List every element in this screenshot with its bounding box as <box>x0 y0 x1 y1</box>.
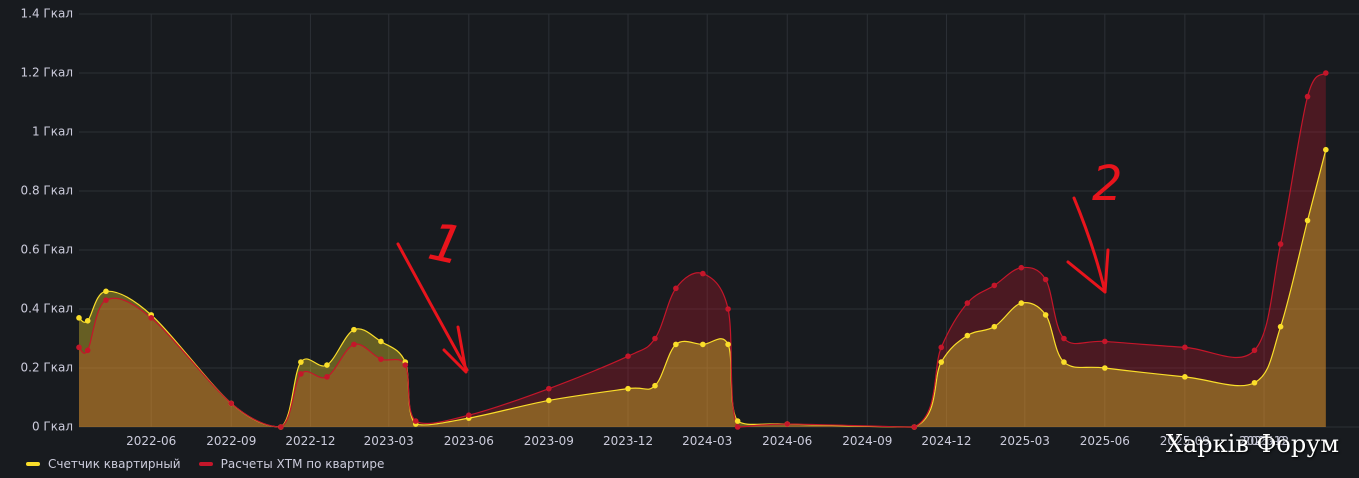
data-point-calculation <box>1277 241 1284 247</box>
y-tick-label: 0.6 Гкал <box>21 243 74 257</box>
data-point-meter <box>1323 146 1329 153</box>
y-tick-label: 0 Гкал <box>32 420 73 434</box>
legend-label-calculation: Расчеты ХТМ по квартире <box>220 457 385 471</box>
legend-swatch-calculation <box>198 462 213 466</box>
data-point-calculation <box>991 282 998 289</box>
y-tick-label: 0.4 Гкал <box>21 302 74 316</box>
data-point-calculation <box>784 421 791 427</box>
annotation-arrow-2 <box>1066 196 1110 294</box>
data-point-meter <box>351 326 357 333</box>
y-tick-label: 0.2 Гкал <box>21 361 74 375</box>
annotation-label-2: 2 <box>1092 156 1123 212</box>
data-point-calculation <box>84 347 91 354</box>
data-point-meter <box>103 288 109 295</box>
data-point-calculation <box>298 371 304 377</box>
data-point-meter <box>378 338 384 345</box>
data-point-calculation <box>1042 276 1049 283</box>
data-point-calculation <box>228 400 235 407</box>
y-tick-label: 1 Гкал <box>32 125 73 139</box>
x-tick-label: 2025-03 <box>1000 434 1050 448</box>
data-point-meter <box>625 385 631 392</box>
data-point-calculation <box>673 285 679 292</box>
data-point-meter <box>76 315 82 321</box>
data-point-meter <box>652 382 658 389</box>
data-point-meter <box>725 341 731 348</box>
x-tick-label: 2022-12 <box>285 434 335 448</box>
x-tick-label: 2024-12 <box>921 434 971 448</box>
data-point-meter <box>546 397 552 404</box>
data-point-calculation <box>964 300 971 306</box>
data-point-calculation <box>625 353 631 360</box>
data-point-calculation <box>324 374 330 380</box>
data-point-calculation <box>351 341 357 348</box>
data-point-calculation <box>725 306 731 312</box>
data-point-meter <box>324 362 330 368</box>
data-point-calculation <box>278 424 284 430</box>
x-axis-ticks: 2022-06 2022-09 2022-12 2023-03 2023-06 2023-… <box>126 434 1289 448</box>
data-point-calculation <box>1323 70 1329 76</box>
data-point-calculation <box>546 385 552 392</box>
legend-swatch-meter <box>26 462 40 466</box>
data-point-calculation <box>652 335 658 342</box>
data-point-calculation <box>412 418 419 424</box>
data-point-calculation <box>1251 347 1258 354</box>
data-point-meter <box>1018 300 1025 306</box>
data-point-meter <box>964 332 971 339</box>
annotation-label-1: 1 <box>423 212 468 278</box>
data-point-meter <box>1061 359 1067 365</box>
data-point-meter <box>1102 365 1108 371</box>
data-point-calculation <box>148 315 155 321</box>
watermark: Харків Форум <box>1165 430 1339 458</box>
data-point-calculation <box>734 424 741 430</box>
legend-item-meter[interactable]: Счетчик квартирный <box>26 457 181 471</box>
data-point-meter <box>938 359 945 365</box>
y-axis-ticks: 0 Гкал 0.2 Гкал 0.4 Гкал 0.6 Гкал 0.8 Гкал 1 … <box>21 7 74 434</box>
x-tick-label: 2024-09 <box>842 434 892 448</box>
x-tick-label: 2022-09 <box>206 434 256 448</box>
data-point-calculation <box>911 424 918 430</box>
x-tick-label: 2024-03 <box>682 434 732 448</box>
x-tick-label: 2023-12 <box>603 434 653 448</box>
y-tick-label: 1.2 Гкал <box>21 66 74 80</box>
data-point-calculation <box>465 412 472 419</box>
chart-canvas: 0 Гкал 0.2 Гкал 0.4 Гкал 0.6 Гкал 0.8 Гкал 1 … <box>21 7 1359 448</box>
data-point-meter <box>1277 323 1284 330</box>
data-point-calculation <box>76 344 82 351</box>
data-point-meter <box>1251 379 1258 386</box>
data-point-meter <box>84 318 91 324</box>
data-point-calculation <box>700 270 706 277</box>
legend: Счетчик квартирный Расчеты ХТМ по кварти… <box>26 457 384 471</box>
data-point-calculation <box>1102 338 1108 345</box>
data-point-meter <box>1042 312 1049 318</box>
data-point-calculation <box>1061 335 1067 342</box>
x-tick-label: 2023-06 <box>444 434 494 448</box>
data-point-calculation <box>1018 264 1025 271</box>
data-point-meter <box>1304 217 1311 224</box>
data-point-meter <box>298 359 304 365</box>
y-tick-label: 1.4 Гкал <box>21 7 74 21</box>
x-tick-label: 2022-06 <box>126 434 176 448</box>
data-point-calculation <box>402 362 409 368</box>
data-point-calculation <box>938 344 945 351</box>
data-point-calculation <box>378 356 384 362</box>
data-point-meter <box>673 341 679 348</box>
x-tick-label: 2024-06 <box>762 434 812 448</box>
x-tick-label: 2025-06 <box>1080 434 1130 448</box>
data-point-meter <box>734 418 741 424</box>
data-point-calculation <box>103 297 109 303</box>
data-point-meter <box>991 323 998 330</box>
x-tick-label: 2023-03 <box>364 434 414 448</box>
data-point-calculation <box>1304 93 1311 100</box>
legend-label-meter: Счетчик квартирный <box>48 457 181 471</box>
data-point-meter <box>700 341 706 348</box>
data-point-calculation <box>1182 344 1188 351</box>
data-point-meter <box>1182 374 1188 380</box>
legend-item-calculation[interactable]: Расчеты ХТМ по квартире <box>198 457 385 471</box>
y-tick-label: 0.8 Гкал <box>21 184 74 198</box>
x-tick-label: 2023-09 <box>524 434 574 448</box>
